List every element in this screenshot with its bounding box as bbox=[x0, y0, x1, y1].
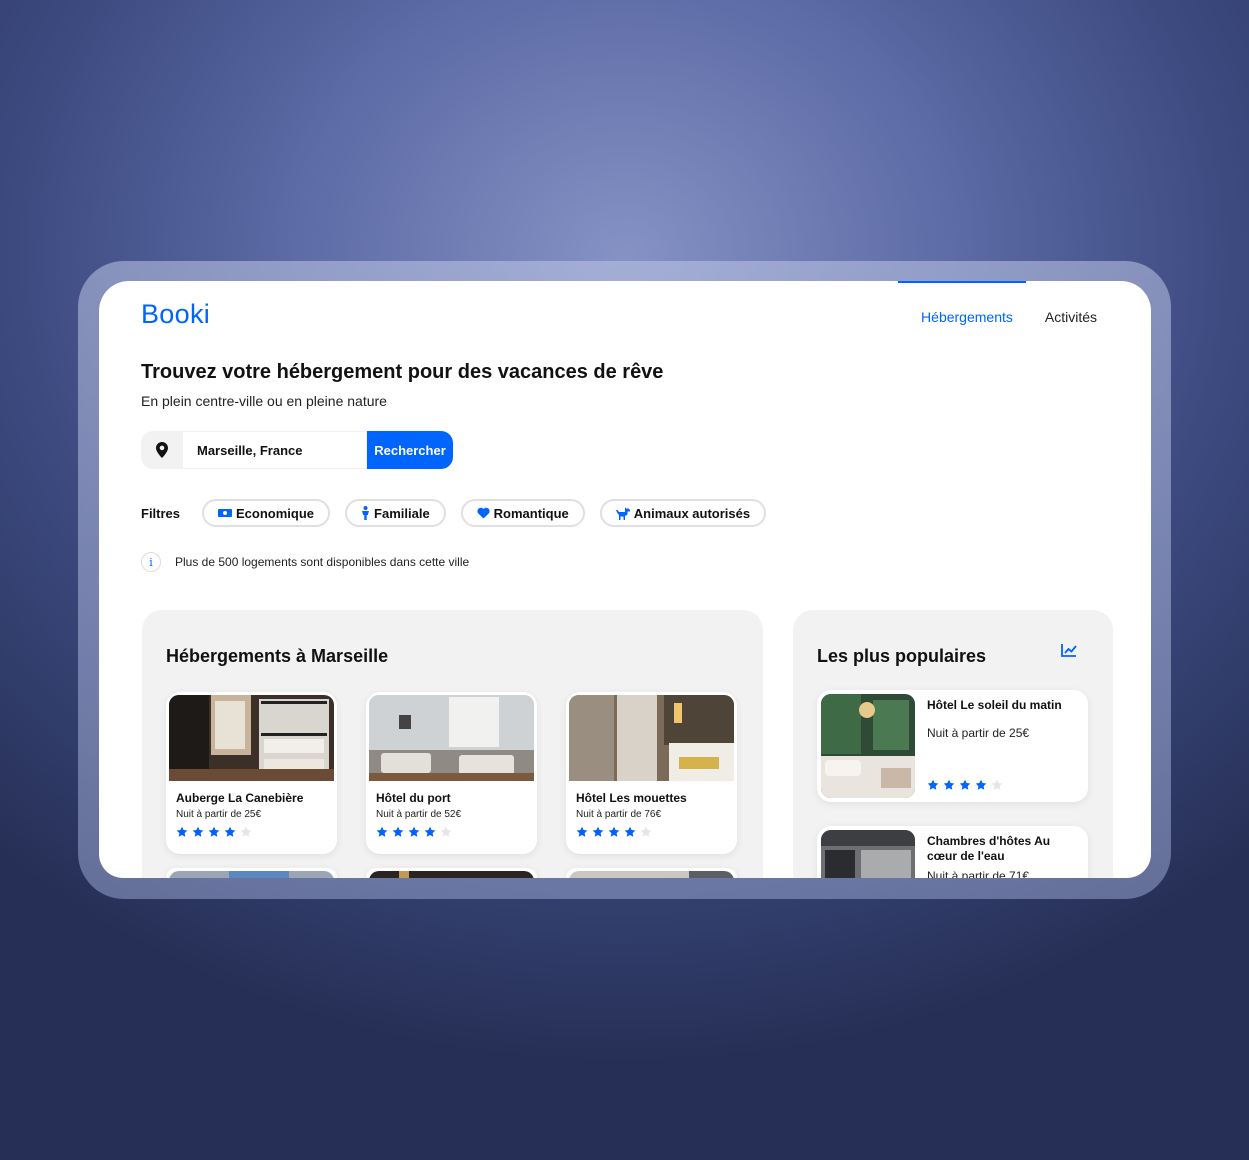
filter-romantique[interactable]: Romantique bbox=[460, 499, 585, 527]
accommodation-price: Nuit à partir de 52€ bbox=[376, 809, 462, 820]
location-pin-icon bbox=[141, 431, 183, 469]
star-filled-icon bbox=[392, 826, 404, 837]
accommodation-card[interactable] bbox=[366, 868, 537, 878]
accommodation-card[interactable]: Hôtel Les mouettes Nuit à partir de 76€ bbox=[566, 692, 737, 854]
filter-label: Familiale bbox=[374, 505, 430, 521]
accommodation-price: Nuit à partir de 25€ bbox=[176, 809, 262, 820]
popular-section: Les plus populaires Hôtel Le soleil du m… bbox=[793, 610, 1113, 878]
star-filled-icon bbox=[176, 826, 188, 837]
star-filled-icon bbox=[975, 779, 987, 790]
nav-item-hebergements[interactable]: Hébergements bbox=[921, 309, 1013, 325]
person-icon bbox=[361, 506, 370, 520]
filter-label: Animaux autorisés bbox=[633, 505, 751, 521]
star-filled-icon bbox=[608, 826, 620, 837]
filter-label: Romantique bbox=[493, 505, 569, 521]
info-icon: i bbox=[141, 552, 161, 572]
star-filled-icon bbox=[376, 826, 388, 837]
heart-icon bbox=[477, 507, 490, 519]
star-filled-icon bbox=[576, 826, 588, 837]
info-banner: i Plus de 500 logements sont disponibles… bbox=[141, 552, 469, 572]
star-filled-icon bbox=[208, 826, 220, 837]
accommodation-card[interactable] bbox=[566, 868, 737, 878]
accommodations-section: Hébergements à Marseille Auberge La Cane… bbox=[142, 610, 763, 878]
star-empty-icon bbox=[440, 826, 452, 837]
accommodation-name: Hôtel Les mouettes bbox=[576, 791, 687, 805]
hotel-photo bbox=[821, 694, 915, 798]
accommodation-card[interactable]: Auberge La Canebière Nuit à partir de 25… bbox=[166, 692, 337, 854]
info-text: Plus de 500 logements sont disponibles d… bbox=[175, 555, 470, 569]
hotel-photo bbox=[569, 695, 734, 781]
rating-stars bbox=[376, 826, 537, 838]
money-icon bbox=[218, 508, 233, 518]
star-filled-icon bbox=[192, 826, 204, 837]
nav-item-activites[interactable]: Activités bbox=[1045, 309, 1097, 325]
hotel-photo bbox=[821, 830, 915, 878]
page-subtitle: En plein centre-ville ou en pleine natur… bbox=[141, 393, 387, 409]
hotel-photo bbox=[569, 871, 734, 878]
star-filled-icon bbox=[624, 826, 636, 837]
rating-stars bbox=[176, 826, 337, 838]
search-bar: Marseille, France Rechercher bbox=[141, 431, 453, 469]
accommodation-name: Hôtel du port bbox=[376, 791, 451, 805]
hotel-photo bbox=[169, 695, 334, 781]
trend-chart-icon bbox=[1061, 643, 1077, 662]
popular-name: Chambres d'hôtes Au cœur de l'eau bbox=[927, 834, 1051, 863]
star-filled-icon bbox=[927, 779, 939, 790]
accommodation-price: Nuit à partir de 76€ bbox=[576, 809, 662, 820]
star-empty-icon bbox=[240, 826, 252, 837]
rating-stars bbox=[927, 779, 1007, 791]
star-filled-icon bbox=[943, 779, 955, 790]
hotel-photo bbox=[369, 695, 534, 781]
filter-familiale[interactable]: Familiale bbox=[345, 499, 446, 527]
star-empty-icon bbox=[640, 826, 652, 837]
section-title: Les plus populaires bbox=[817, 646, 987, 666]
search-input[interactable]: Marseille, France bbox=[183, 431, 367, 469]
nav-active-indicator bbox=[898, 281, 1026, 283]
popular-price: Nuit à partir de 25€ bbox=[927, 726, 1030, 740]
accommodation-card[interactable] bbox=[166, 868, 337, 878]
page-title: Trouvez votre hébergement pour des vacan… bbox=[141, 361, 664, 383]
accommodation-name: Auberge La Canebière bbox=[176, 791, 304, 805]
rating-stars bbox=[576, 826, 737, 838]
main-nav: Hébergements Activités bbox=[921, 309, 1097, 325]
star-empty-icon bbox=[991, 779, 1003, 790]
filter-animaux[interactable]: Animaux autorisés bbox=[599, 499, 767, 527]
filters-bar: Filtres Economique Familiale Romantique … bbox=[141, 499, 781, 527]
star-filled-icon bbox=[959, 779, 971, 790]
popular-card[interactable]: Chambres d'hôtes Au cœur de l'eau Nuit à… bbox=[817, 826, 1088, 878]
popular-name: Hôtel Le soleil du matin bbox=[927, 698, 1062, 712]
hotel-photo bbox=[369, 871, 534, 878]
browser-screen: Booki Hébergements Activités Trouvez vot… bbox=[99, 281, 1151, 878]
filters-label: Filtres bbox=[141, 505, 181, 521]
popular-card[interactable]: Hôtel Le soleil du matin Nuit à partir d… bbox=[817, 690, 1088, 802]
logo[interactable]: Booki bbox=[141, 299, 210, 330]
filter-label: Economique bbox=[236, 505, 315, 521]
star-filled-icon bbox=[424, 826, 436, 837]
star-filled-icon bbox=[224, 826, 236, 837]
search-button[interactable]: Rechercher bbox=[367, 431, 453, 469]
filter-economique[interactable]: Economique bbox=[202, 499, 331, 527]
star-filled-icon bbox=[408, 826, 420, 837]
star-filled-icon bbox=[592, 826, 604, 837]
section-title: Hébergements à Marseille bbox=[166, 646, 389, 666]
popular-price: Nuit à partir de 71€ bbox=[927, 869, 1030, 878]
dog-icon bbox=[615, 506, 630, 520]
accommodation-card[interactable]: Hôtel du port Nuit à partir de 52€ bbox=[366, 692, 537, 854]
hotel-photo bbox=[169, 871, 334, 878]
